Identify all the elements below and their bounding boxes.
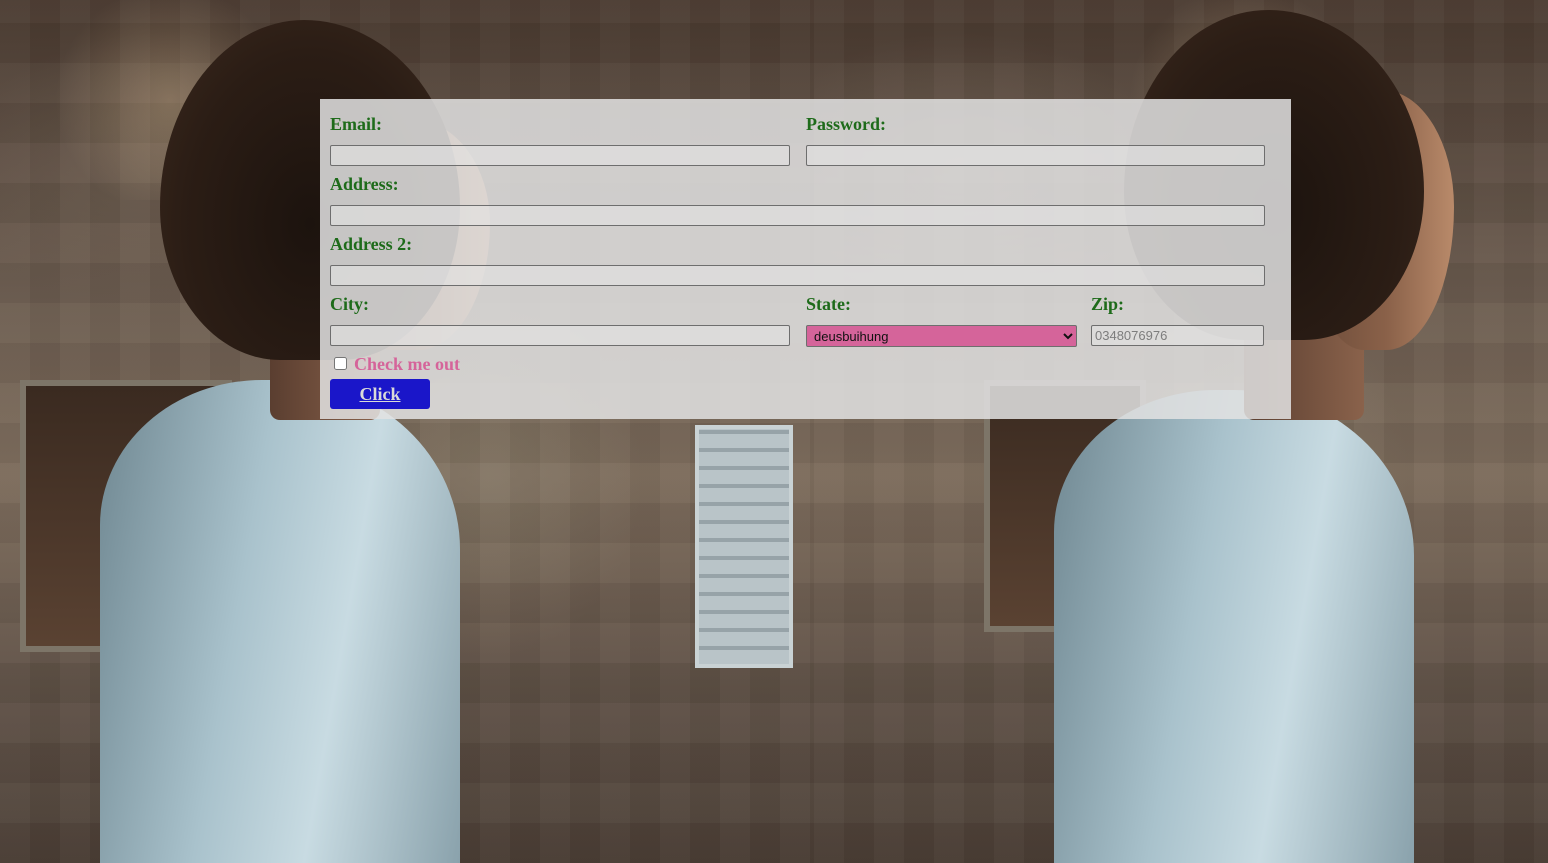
address2-label: Address 2: [330, 234, 413, 254]
password-field[interactable] [806, 145, 1265, 166]
email-field[interactable] [330, 145, 790, 166]
address-label: Address: [330, 174, 399, 194]
email-label: Email: [330, 114, 382, 134]
state-select[interactable]: deusbuihung [806, 325, 1077, 347]
address-form: Email: Password: Address: Address 2: Cit… [320, 99, 1291, 419]
zip-label: Zip: [1091, 294, 1125, 314]
check-me-out-checkbox[interactable] [334, 357, 347, 370]
state-label: State: [806, 294, 851, 314]
address2-field[interactable] [330, 265, 1265, 286]
password-label: Password: [806, 114, 886, 134]
city-field[interactable] [330, 325, 790, 346]
submit-button[interactable]: Click [330, 379, 430, 409]
zip-field[interactable] [1091, 325, 1264, 346]
city-label: City: [330, 294, 369, 314]
address-field[interactable] [330, 205, 1265, 226]
check-me-out-label[interactable]: Check me out [354, 354, 460, 374]
